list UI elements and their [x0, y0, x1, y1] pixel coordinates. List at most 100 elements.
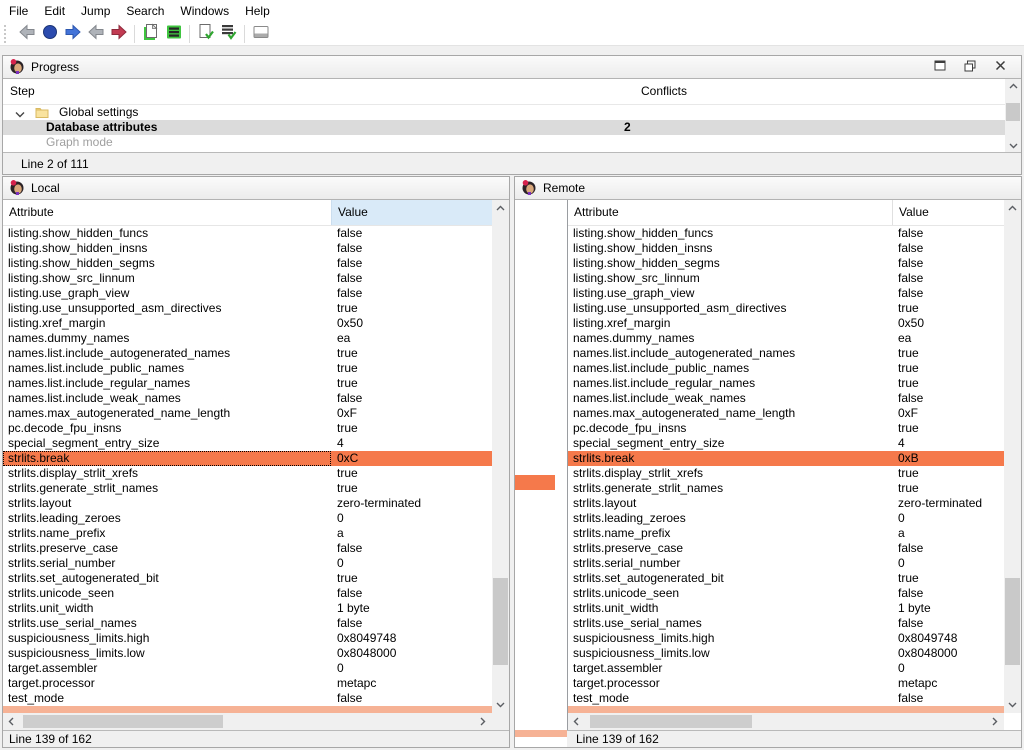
scrollbar-thumb[interactable] [23, 715, 223, 728]
scroll-down-icon[interactable] [1004, 697, 1021, 713]
document-check-button[interactable] [194, 23, 217, 45]
scroll-down-icon[interactable] [492, 697, 509, 713]
attribute-row[interactable]: test_modefalse [568, 691, 1004, 706]
attribute-row[interactable]: strlits.display_strlit_xrefstrue [568, 466, 1004, 481]
attribute-row[interactable]: strlits.serial_number0 [568, 556, 1004, 571]
menu-windows[interactable]: Windows [172, 1, 237, 21]
attribute-row[interactable]: names.list.include_autogenerated_namestr… [568, 346, 1004, 361]
attribute-row[interactable]: suspiciousness_limits.high0x8049748 [568, 631, 1004, 646]
attribute-row[interactable]: listing.xref_margin0x50 [3, 316, 492, 331]
attribute-row[interactable]: names.list.include_regular_namestrue [3, 376, 492, 391]
attribute-row[interactable]: target.assembler0 [3, 661, 492, 676]
scrollbar-thumb[interactable] [1005, 578, 1020, 665]
scroll-left-icon[interactable] [568, 713, 584, 730]
attribute-row[interactable]: listing.use_graph_viewfalse [3, 286, 492, 301]
attribute-row[interactable]: listing.show_hidden_segmsfalse [568, 256, 1004, 271]
local-titlebar[interactable]: Local [3, 177, 509, 200]
attribute-row[interactable]: listing.use_graph_viewfalse [568, 286, 1004, 301]
attribute-row[interactable]: strlits.layoutzero-terminated [568, 496, 1004, 511]
conflict-marker[interactable] [515, 475, 555, 490]
attribute-row[interactable]: names.max_autogenerated_name_length0xF [3, 406, 492, 421]
scrollbar-thumb[interactable] [493, 578, 508, 665]
attribute-row[interactable]: target.processormetapc [3, 676, 492, 691]
tree-row[interactable]: Graph mode [3, 135, 1005, 150]
attribute-row[interactable]: listing.use_unsupported_asm_directivestr… [568, 301, 1004, 316]
tree-row[interactable]: Global settings [3, 105, 1005, 120]
attribute-row[interactable]: names.list.include_weak_namesfalse [568, 391, 1004, 406]
attribute-row[interactable]: strlits.unicode_seenfalse [3, 586, 492, 601]
attribute-row[interactable]: strlits.name_prefixa [568, 526, 1004, 541]
attribute-row[interactable]: suspiciousness_limits.low0x8048000 [3, 646, 492, 661]
attribute-row[interactable]: strlits.name_prefixa [3, 526, 492, 541]
remote-vertical-scrollbar[interactable] [1004, 200, 1021, 713]
scroll-left-icon[interactable] [3, 713, 19, 730]
attribute-row[interactable]: pc.decode_fpu_insnstrue [3, 421, 492, 436]
remote-horizontal-scrollbar[interactable] [568, 713, 1004, 730]
attribute-row[interactable]: suspiciousness_limits.low0x8048000 [568, 646, 1004, 661]
value-column-header[interactable]: Value [331, 200, 492, 225]
menu-help[interactable]: Help [237, 1, 278, 21]
attribute-row[interactable]: listing.show_hidden_funcsfalse [568, 226, 1004, 241]
current-position-button[interactable] [38, 23, 61, 45]
close-button[interactable] [993, 60, 1007, 74]
attribute-row[interactable]: strlits.set_autogenerated_bittrue [3, 571, 492, 586]
local-vertical-scrollbar[interactable] [492, 200, 509, 713]
attribute-row[interactable]: strlits.leading_zeroes0 [3, 511, 492, 526]
attribute-column-header[interactable]: Attribute [9, 200, 54, 225]
nav-forward-button[interactable] [61, 23, 84, 45]
attribute-row[interactable]: strlits.unit_width1 byte [568, 601, 1004, 616]
menu-search[interactable]: Search [118, 1, 172, 21]
maximize-button[interactable] [933, 60, 947, 74]
attribute-row[interactable]: listing.show_hidden_insnsfalse [3, 241, 492, 256]
attribute-row[interactable]: strlits.preserve_casefalse [568, 541, 1004, 556]
database-button[interactable] [162, 23, 185, 45]
attribute-row[interactable]: strlits.break0xC [3, 451, 492, 466]
attribute-row[interactable]: strlits.generate_strlit_namestrue [3, 481, 492, 496]
attribute-row[interactable]: strlits.leading_zeroes0 [568, 511, 1004, 526]
tree-vertical-scrollbar[interactable] [1005, 79, 1021, 152]
nav-back-button[interactable] [15, 23, 38, 45]
attribute-row[interactable]: special_segment_entry_size4 [3, 436, 492, 451]
next-conflict-button[interactable] [107, 23, 130, 45]
step-column-header[interactable]: Step [10, 79, 35, 104]
value-column-header[interactable]: Value [892, 200, 1005, 225]
tree-row[interactable]: Database attributes2 [3, 120, 1005, 135]
attribute-row[interactable]: target.assembler0 [568, 661, 1004, 676]
document-button[interactable] [139, 23, 162, 45]
attribute-row[interactable]: listing.use_unsupported_asm_directivestr… [3, 301, 492, 316]
attribute-row[interactable]: test_modefalse [3, 691, 492, 706]
toolbar-drag-handle[interactable] [4, 25, 10, 43]
attribute-row[interactable]: names.dummy_namesea [568, 331, 1004, 346]
scroll-up-icon[interactable] [1005, 79, 1021, 92]
attribute-row[interactable]: strlits.generate_strlit_namestrue [568, 481, 1004, 496]
scrollbar-thumb[interactable] [1006, 103, 1020, 121]
attribute-row[interactable]: listing.show_hidden_segmsfalse [3, 256, 492, 271]
attribute-row[interactable]: suspiciousness_limits.high0x8049748 [3, 631, 492, 646]
attribute-row[interactable]: names.dummy_namesea [3, 331, 492, 346]
menu-edit[interactable]: Edit [36, 1, 73, 21]
attribute-row[interactable]: listing.xref_margin0x50 [568, 316, 1004, 331]
attribute-row[interactable]: names.max_autogenerated_name_length0xF [568, 406, 1004, 421]
remote-titlebar[interactable]: Remote [515, 177, 1021, 200]
attribute-row[interactable]: names.list.include_autogenerated_namestr… [3, 346, 492, 361]
attribute-row[interactable]: strlits.preserve_casefalse [3, 541, 492, 556]
scroll-up-icon[interactable] [492, 200, 509, 216]
attribute-row[interactable]: strlits.serial_number0 [3, 556, 492, 571]
menu-jump[interactable]: Jump [73, 1, 118, 21]
attribute-row[interactable]: strlits.use_serial_namesfalse [568, 616, 1004, 631]
progress-titlebar[interactable]: Progress [3, 56, 1021, 79]
prev-conflict-button[interactable] [84, 23, 107, 45]
conflict-marker-partial[interactable] [515, 730, 567, 737]
attribute-row[interactable]: strlits.set_autogenerated_bittrue [568, 571, 1004, 586]
clipped-conflict-row[interactable] [3, 706, 492, 713]
scroll-right-icon[interactable] [987, 713, 1003, 730]
scroll-up-icon[interactable] [1004, 200, 1021, 216]
attribute-row[interactable]: strlits.unicode_seenfalse [568, 586, 1004, 601]
attribute-row[interactable]: listing.show_src_linnumfalse [3, 271, 492, 286]
attribute-row[interactable]: strlits.layoutzero-terminated [3, 496, 492, 511]
scroll-down-icon[interactable] [1005, 139, 1021, 152]
local-horizontal-scrollbar[interactable] [3, 713, 509, 730]
attribute-row[interactable]: listing.show_hidden_insnsfalse [568, 241, 1004, 256]
attribute-row[interactable]: target.processormetapc [568, 676, 1004, 691]
menu-file[interactable]: File [1, 1, 36, 21]
